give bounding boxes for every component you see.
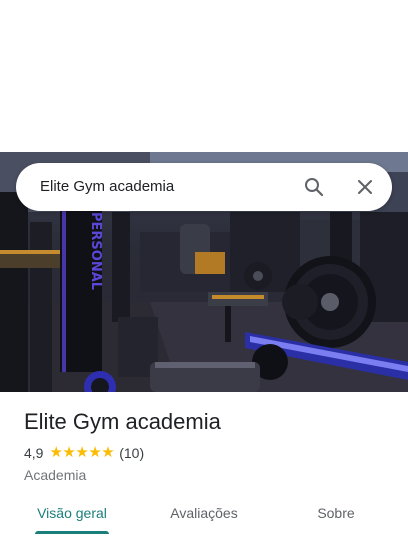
close-icon[interactable] — [353, 175, 377, 199]
search-icon[interactable] — [302, 175, 326, 199]
reviews-count[interactable]: (10) — [119, 445, 144, 461]
place-info: Elite Gym academia 4,9 ★ ★ ★ ★ ★ (10) Ac… — [24, 408, 394, 485]
tab-about[interactable]: Sobre — [306, 494, 366, 534]
place-title: Elite Gym academia — [24, 409, 221, 434]
wall-text: PERSONAL — [88, 212, 103, 290]
star-icon: ★ — [88, 444, 102, 461]
search-input[interactable]: Elite Gym academia — [40, 163, 174, 211]
rating-value: 4,9 — [24, 445, 44, 461]
search-bar[interactable]: Elite Gym academia — [16, 163, 392, 211]
active-tab-indicator — [35, 531, 109, 534]
rating-row[interactable]: 4,9 ★ ★ ★ ★ ★ (10) — [24, 443, 394, 463]
rating-stars: ★ ★ ★ ★ ★ — [49, 443, 114, 463]
star-icon: ★ — [62, 444, 76, 461]
place-category[interactable]: Academia — [24, 465, 394, 485]
star-icon: ★ — [75, 444, 89, 461]
star-icon: ★ — [101, 444, 115, 461]
tab-overview[interactable]: Visão geral — [35, 494, 109, 534]
star-icon: ★ — [49, 444, 63, 461]
tab-reviews[interactable]: Avaliações — [160, 494, 248, 534]
place-tabs: Visão geral Avaliações Sobre — [0, 494, 408, 536]
